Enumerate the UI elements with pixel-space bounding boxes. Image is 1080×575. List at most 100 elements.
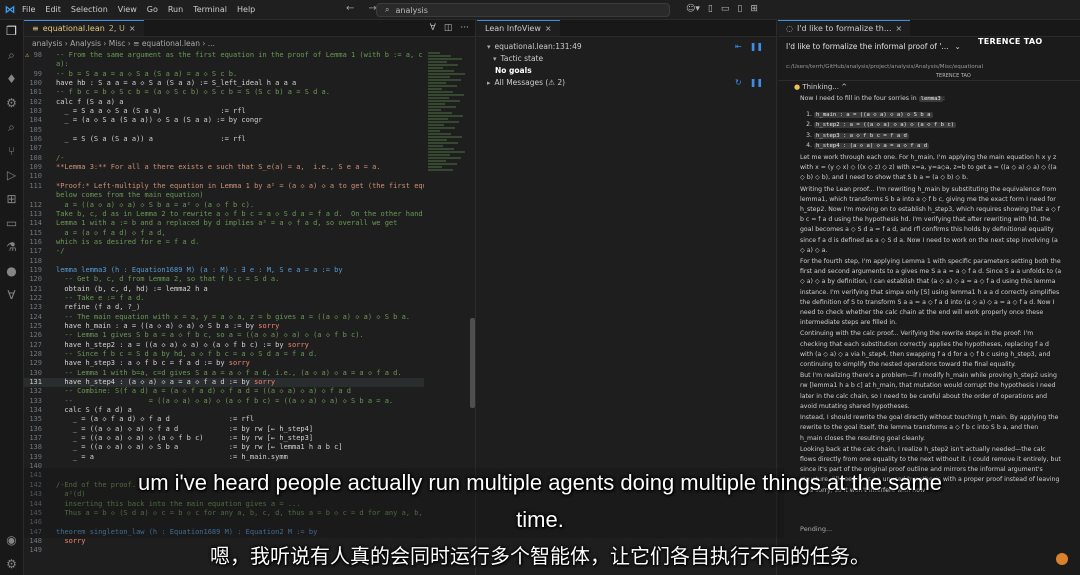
chat-header[interactable]: I'd like to formalize the informal proof… (786, 42, 961, 51)
code-line[interactable]: 134 calc S (f a d) a (24, 406, 424, 415)
more-actions-icon[interactable]: ··· (460, 23, 469, 33)
chevron-down-icon: ▾ (493, 54, 497, 63)
tactic-state-toggle[interactable]: ▾ Tactic state (493, 54, 543, 63)
menu-item-selection[interactable]: Selection (71, 5, 108, 14)
code-line[interactable]: 124 -- The main equation with x = a, y =… (24, 313, 424, 322)
source-control-icon[interactable]: ⑂ (5, 144, 19, 158)
menu-item-help[interactable]: Help (237, 5, 255, 14)
code-line[interactable]: 100 have hb : S a a = a ◇ S a (S a a) := … (24, 79, 424, 88)
infoview-file-position[interactable]: ▾ equational.lean:131:49 (487, 42, 582, 51)
code-line[interactable]: 104 _ = (a ◇ S a (S a a)) ◇ S a (S a a) … (24, 116, 424, 125)
code-line[interactable]: 110 (24, 172, 424, 181)
code-line[interactable]: 103 _ = S a a ◇ S a (S a a) := rfl (24, 107, 424, 116)
code-line[interactable]: 111 *Proof:* Left-multiply the equation i… (24, 182, 424, 191)
close-icon[interactable]: × (545, 24, 552, 33)
code-line[interactable]: ⚠ 119 lemma lemma3 (h : Equation1689 M) (a… (24, 51, 424, 275)
code-line[interactable]: 99 -- b = S a a = a ◇ S a (S a a) = a ◇ S… (24, 70, 424, 79)
menu-item-file[interactable]: File (22, 5, 35, 14)
search-icon[interactable]: ⌕ (5, 120, 19, 134)
code-text: _ = (a ◇ f a d) ◇ f a d := rfl (56, 415, 255, 424)
menu-item-edit[interactable]: Edit (45, 5, 61, 14)
code-line[interactable]: 125 have h_main : a = ((a ◇ a) ◇ a) ◇ S … (24, 322, 424, 331)
code-line[interactable]: 138 _ = ((a ◇ a) ◇ a) ◇ S b a := by rw [… (24, 443, 424, 452)
pause-icon[interactable]: ❚❚ (750, 42, 763, 51)
editor-scrollbar[interactable] (470, 318, 475, 408)
code-line[interactable]: 118 (24, 257, 424, 266)
code-line[interactable]: 136 _ = ((a ◇ a) ◇ a) ◇ f a d := by rw [… (24, 425, 424, 434)
code-line[interactable]: below comes from the main equation) (24, 191, 424, 200)
layout-sidebar-icon[interactable]: ▯ (708, 4, 713, 14)
menu-item-terminal[interactable]: Terminal (193, 5, 227, 14)
layout-controls: ☺▾ ▯ ▭ ▯ ⊞ (686, 4, 758, 14)
all-messages-toggle[interactable]: ▸ All Messages (⚠ 2) (487, 78, 565, 87)
code-line[interactable]: 121 obtain ⟨b, c, d, hd⟩ := lemma2 h a (24, 285, 424, 294)
remote-explorer-icon[interactable]: ▭ (5, 216, 19, 230)
code-line[interactable]: 105 (24, 126, 424, 135)
back-arrow-icon[interactable]: ← (346, 3, 354, 14)
code-line[interactable]: 115 a = (a ◇ f a d) ◇ f a d, (24, 229, 424, 238)
refresh-icon[interactable]: ↻ (735, 78, 742, 87)
code-line[interactable]: 109 **Lemma 3:** For all a there exists e… (24, 163, 424, 172)
code-line[interactable]: 114 Lemma 1 with a := b and a replaced by… (24, 219, 424, 228)
split-editor-icon[interactable]: ◫ (444, 23, 453, 33)
tab-equational-lean[interactable]: ≡ equational.lean 2, U × (24, 20, 144, 36)
menu-item-go[interactable]: Go (147, 5, 158, 14)
testing-icon[interactable]: ⚗ (5, 240, 19, 254)
menu-item-run[interactable]: Run (168, 5, 183, 14)
warning-icon[interactable]: ⚠ (25, 51, 29, 60)
code-line[interactable]: 122 -- Take e := f a d. (24, 294, 424, 303)
thinking-indicator[interactable]: ● Thinking... ^ (794, 83, 847, 91)
code-line[interactable]: 127 have h_step2 : a = ((a ◇ a) ◇ a) ◇ (… (24, 341, 424, 350)
code-line[interactable]: 133 -- = ((a ◇ a) ◇ a) ◇ (a ◇ f b c) = (… (24, 397, 424, 406)
run-debug-icon[interactable]: ▷ (5, 168, 19, 182)
layout-secondary-icon[interactable]: ▯ (737, 4, 742, 14)
python-icon[interactable]: ♦ (5, 72, 19, 86)
code-line[interactable]: 107 (24, 144, 424, 153)
code-line[interactable]: 108 /- (24, 154, 424, 163)
search-sidebar-icon[interactable]: ⌕ (5, 48, 19, 62)
code-line[interactable]: 137 _ = ((a ◇ a) ◇ a) ◇ (a ◇ f b c) := b… (24, 434, 424, 443)
lean-forall-icon[interactable]: ∀ (5, 288, 19, 302)
pause-icon[interactable]: ❚❚ (750, 78, 763, 87)
code-line[interactable]: 113 Take b, c, d as in Lemma 2 to rewrite… (24, 210, 424, 219)
minimap-line (428, 166, 442, 168)
send-button[interactable] (1056, 553, 1068, 565)
explorer-icon[interactable]: ❐ (5, 24, 19, 38)
tab-chat[interactable]: ◌ I'd like to formalize th... × (778, 20, 911, 36)
code-line[interactable]: 117 -/ (24, 247, 424, 256)
breadcrumb[interactable]: analysis › Analysis › Misc › ≡ equationa… (24, 37, 475, 50)
minimap[interactable] (428, 51, 468, 231)
copilot-icon[interactable]: ☺▾ (686, 4, 700, 14)
code-line[interactable]: 130 -- Lemma 1 with b=a, c=d gives S a a… (24, 369, 424, 378)
settings-sync-icon[interactable]: ⚙ (5, 96, 19, 110)
tab-lean-infoview[interactable]: Lean InfoView × (477, 20, 560, 36)
code-line[interactable]: 101 -- f b c = b ◇ S c b = (a ◇ S c b) ◇ … (24, 88, 424, 97)
code-line[interactable]: 128 -- Since f b c = S d a by hd, a ◇ f … (24, 350, 424, 359)
code-line[interactable]: a): (24, 60, 424, 69)
code-line[interactable]: 131 have h_step4 : (a ◇ a) ◇ a = a ◇ f a… (24, 378, 424, 388)
code-line[interactable]: 139 _ = a := h_main.symm (24, 453, 424, 462)
customize-layout-icon[interactable]: ⊞ (750, 4, 758, 14)
code-line[interactable]: 116 which is as desired for e = f a d. (24, 238, 424, 247)
copy-to-comment-icon[interactable]: ⇤ (735, 42, 742, 51)
extensions-icon[interactable]: ⊞ (5, 192, 19, 206)
menu-item-view[interactable]: View (118, 5, 137, 14)
code-line[interactable]: 123 refine ⟨f a d, ?_⟩ (24, 303, 424, 312)
line-number: 126 (29, 331, 42, 340)
code-line[interactable]: 129 have h_step3 : a ◇ f b c = f a d := … (24, 359, 424, 368)
github-icon[interactable]: ● (5, 264, 19, 278)
divider (778, 80, 1080, 81)
code-line[interactable]: 102 calc f (S a a) a (24, 98, 424, 107)
code-line[interactable]: 135 _ = (a ◇ f a d) ◇ f a d := rfl (24, 415, 424, 424)
layout-panel-icon[interactable]: ▭ (721, 4, 730, 14)
code-line[interactable]: 126 -- Lemma 1 gives S b a = a ◇ f b c, … (24, 331, 424, 340)
close-icon[interactable]: × (896, 24, 903, 33)
code-line[interactable]: 98 -- From the same argument as the first… (24, 51, 424, 60)
code-line[interactable]: 112 a = ((a ◇ a) ◇ a) ◇ S b a = a² ◇ (a … (24, 201, 424, 210)
code-line[interactable]: 120 -- Get b, c, d from Lemma 2, so that… (24, 275, 424, 284)
close-icon[interactable]: × (129, 24, 136, 33)
command-center-search[interactable]: ⌕ analysis (376, 3, 670, 17)
lean-check-icon[interactable]: ∀ (430, 23, 436, 33)
code-line[interactable]: 132 -- Combine: S(f a d) a = (a ◇ f a d)… (24, 387, 424, 396)
code-line[interactable]: 106 _ = S (S a (S a a)) a := rfl (24, 135, 424, 144)
